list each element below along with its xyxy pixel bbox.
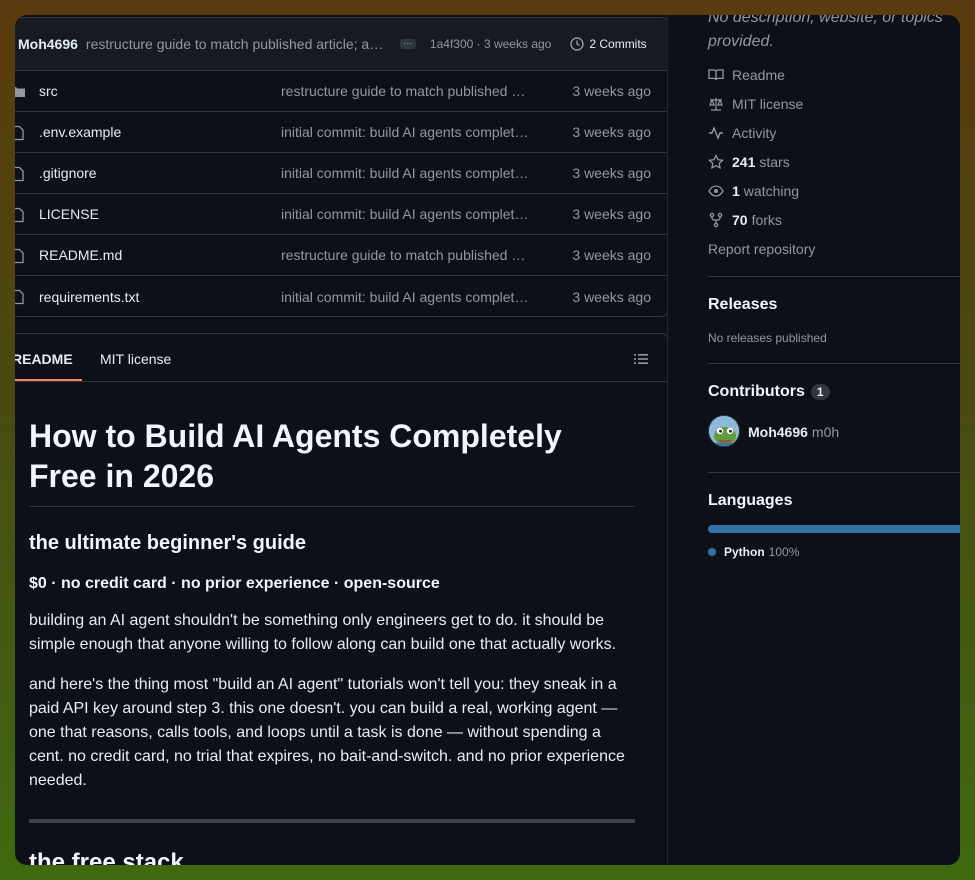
report-repository-link[interactable]: Report repository (708, 241, 815, 257)
readme-link-label: Readme (732, 67, 785, 83)
watching-label: watching (743, 183, 800, 199)
commit-hash-time[interactable]: 1a4f300 · 3 weeks ago (430, 37, 551, 51)
language-item[interactable]: Python 100% (708, 545, 799, 559)
file-icon (15, 289, 24, 305)
file-name[interactable]: src (39, 83, 58, 99)
contributor-display-name: m0h (811, 424, 840, 440)
stars-label: stars (759, 154, 790, 170)
file-name[interactable]: .env.example (39, 124, 121, 140)
tab-license[interactable]: MIT license (100, 351, 171, 367)
releases-empty-text: No releases published (708, 331, 827, 345)
file-commit-message[interactable]: restructure guide to match published … (281, 83, 531, 99)
section-divider (29, 819, 635, 823)
file-row[interactable]: .gitignore initial commit: build AI agen… (15, 153, 667, 194)
file-row[interactable]: LICENSE initial commit: build AI agents … (15, 194, 667, 235)
readme-panel: README MIT license How to Build AI Agent… (15, 333, 668, 865)
file-commit-message[interactable]: initial commit: build AI agents complet… (281, 206, 531, 222)
pulse-icon (709, 126, 723, 140)
file-commit-message[interactable]: initial commit: build AI agents complet… (281, 289, 531, 305)
file-commit-time: 3 weeks ago (572, 165, 651, 181)
contributors-title: Contributors (708, 383, 805, 400)
sidebar-divider (708, 472, 960, 473)
file-row[interactable]: .env.example initial commit: build AI ag… (15, 112, 667, 153)
column-divider (667, 15, 668, 865)
readme-content: How to Build AI Agents Completely Free i… (29, 416, 635, 865)
readme-section-heading: the free stack (29, 849, 184, 865)
latest-commit-bar: Moh4696 restructure guide to match publi… (15, 18, 667, 71)
file-icon (15, 166, 24, 182)
file-row[interactable]: README.md restructure guide to match pub… (15, 235, 667, 276)
readme-paragraph: and here's the thing most "build an AI a… (29, 676, 625, 789)
file-browser: Moh4696 restructure guide to match publi… (15, 17, 668, 317)
commit-author-link[interactable]: Moh4696 (18, 36, 78, 52)
file-icon (15, 125, 24, 141)
activity-link[interactable]: Activity (708, 125, 776, 141)
book-icon (708, 69, 724, 81)
contributors-count-badge: 1 (810, 384, 830, 400)
file-icon (15, 248, 24, 264)
file-commit-message[interactable]: initial commit: build AI agents complet… (281, 124, 531, 140)
forks-count: 70 (732, 212, 748, 228)
language-percent: 100% (768, 545, 800, 559)
commits-history-link[interactable]: 2 Commits (569, 36, 647, 52)
languages-heading: Languages (708, 492, 793, 509)
scale-icon (709, 98, 723, 111)
history-icon (570, 37, 585, 51)
readme-title: How to Build AI Agents Completely Free i… (29, 416, 635, 507)
forks-link[interactable]: 70 forks (708, 212, 782, 228)
contributor-link[interactable]: Moh4696 m0h (748, 424, 839, 440)
repo-main-column: Moh4696 restructure guide to match publi… (15, 15, 668, 865)
releases-heading[interactable]: Releases (708, 296, 777, 314)
readme-link[interactable]: Readme (708, 67, 785, 83)
file-name[interactable]: requirements.txt (39, 289, 139, 305)
file-commit-time: 3 weeks ago (572, 288, 651, 305)
sidebar-divider (708, 276, 960, 277)
stars-link[interactable]: 241 stars (708, 154, 790, 170)
readme-paragraph: building an AI agent shouldn't be someth… (29, 612, 617, 653)
language-name: Python (724, 545, 765, 559)
file-row[interactable]: requirements.txt initial commit: build A… (15, 276, 667, 316)
file-name[interactable]: .gitignore (39, 165, 97, 181)
file-name[interactable]: LICENSE (39, 206, 99, 222)
browser-window: Moh4696 restructure guide to match publi… (15, 15, 960, 865)
commit-message-link[interactable]: restructure guide to match published art… (86, 36, 386, 52)
watching-count: 1 (732, 183, 740, 199)
readme-subtitle: the ultimate beginner's guide (29, 532, 307, 554)
language-color-dot (708, 548, 716, 556)
contributor-avatar-image (709, 416, 739, 446)
table-of-contents-icon[interactable] (633, 351, 649, 367)
watchers-link[interactable]: 1 watching (708, 183, 799, 199)
readme-tagline: $0 · no credit card · no prior experienc… (29, 575, 440, 592)
file-commit-time: 3 weeks ago (572, 247, 651, 263)
license-link-label: MIT license (732, 96, 804, 112)
contributors-heading[interactable]: Contributors 1 (708, 383, 830, 401)
stars-count: 241 (732, 154, 756, 170)
contributor-username: Moh4696 (748, 424, 808, 440)
folder-icon (15, 87, 25, 97)
active-tab-indicator (15, 379, 82, 381)
file-commit-time: 3 weeks ago (572, 206, 651, 222)
activity-link-label: Activity (732, 125, 777, 141)
file-commit-message[interactable]: restructure guide to match published … (281, 247, 531, 263)
about-description: No description, website, or topics provi… (708, 15, 943, 50)
file-commit-time: 3 weeks ago (572, 124, 651, 140)
fork-icon (709, 212, 723, 228)
commit-details-toggle[interactable]: … (399, 37, 416, 49)
license-link[interactable]: MIT license (708, 96, 803, 112)
sidebar-divider (708, 363, 960, 364)
file-commit-message[interactable]: initial commit: build AI agents complet… (281, 165, 531, 181)
forks-label: forks (751, 212, 782, 228)
file-name[interactable]: README.md (39, 247, 122, 263)
readme-tabs: README MIT license (15, 334, 667, 382)
language-bar (708, 525, 960, 533)
file-icon (15, 207, 24, 223)
commits-count-label: 2 Commits (589, 37, 647, 51)
tab-readme[interactable]: README (15, 351, 73, 367)
star-icon (708, 154, 724, 170)
file-commit-time: 3 weeks ago (572, 83, 651, 99)
file-row[interactable]: src restructure guide to match published… (15, 71, 667, 112)
eye-icon (708, 185, 724, 197)
avatar[interactable] (708, 415, 740, 447)
